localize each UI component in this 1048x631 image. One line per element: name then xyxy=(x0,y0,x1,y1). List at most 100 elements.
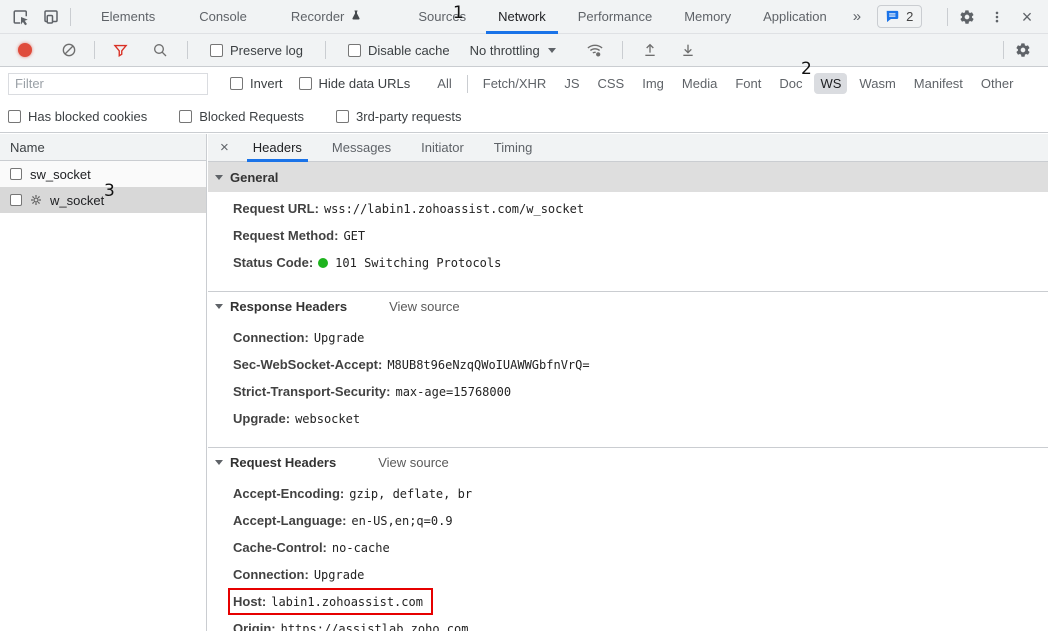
network-filter-bar: Invert Hide data URLs All Fetch/XHR JS C… xyxy=(0,67,1048,100)
type-filter-font[interactable]: Font xyxy=(729,73,767,94)
type-filter-media[interactable]: Media xyxy=(676,73,723,94)
tab-console[interactable]: Console xyxy=(183,0,263,34)
issues-bubble-icon xyxy=(886,10,900,23)
tab-messages[interactable]: Messages xyxy=(320,134,403,162)
view-source-link[interactable]: View source xyxy=(389,299,460,314)
header-key: Strict-Transport-Security: xyxy=(233,384,390,399)
tab-recorder[interactable]: Recorder xyxy=(275,0,378,34)
close-details-icon[interactable]: × xyxy=(208,139,241,156)
request-row-w-socket[interactable]: w_socket xyxy=(0,187,206,213)
close-glyph: × xyxy=(1022,8,1033,26)
record-button[interactable] xyxy=(18,43,32,57)
third-party-requests-checkbox[interactable]: 3rd-party requests xyxy=(336,109,462,124)
tab-network-label: Network xyxy=(498,9,546,24)
tab-timing[interactable]: Timing xyxy=(482,134,545,162)
header-item-status-code: Status Code:101 Switching Protocols xyxy=(208,249,1048,276)
type-filter-ws[interactable]: WS xyxy=(814,73,847,94)
type-filter-manifest[interactable]: Manifest xyxy=(908,73,969,94)
clear-icon[interactable] xyxy=(54,37,84,63)
settings-gear-icon[interactable] xyxy=(952,4,982,30)
disable-cache-checkbox-box[interactable] xyxy=(348,44,361,57)
collapse-triangle-icon xyxy=(215,460,223,465)
tab-console-label: Console xyxy=(199,9,247,24)
close-devtools-icon[interactable]: × xyxy=(1012,4,1042,30)
divider xyxy=(325,41,326,59)
filter-funnel-icon[interactable] xyxy=(105,37,135,63)
tab-sources-label: Sources xyxy=(418,9,466,24)
header-value: Upgrade xyxy=(314,568,365,582)
hide-data-urls-checkbox-box[interactable] xyxy=(299,77,312,90)
invert-checkbox-box[interactable] xyxy=(230,77,243,90)
kebab-menu-icon[interactable] xyxy=(982,4,1012,30)
type-filter-all[interactable]: All xyxy=(431,73,457,94)
inspect-element-icon[interactable] xyxy=(6,4,36,30)
preserve-log-checkbox[interactable]: Preserve log xyxy=(210,43,303,58)
requests-name-column-header[interactable]: Name xyxy=(0,134,206,161)
tab-initiator-label: Initiator xyxy=(421,140,464,155)
type-filter-js[interactable]: JS xyxy=(558,73,585,94)
section-response-headers[interactable]: Response Headers View source xyxy=(208,291,1048,321)
invert-checkbox[interactable]: Invert xyxy=(230,76,283,91)
header-item-accept-encoding: Accept-Encoding:gzip, deflate, br xyxy=(208,480,1048,507)
header-key: Accept-Language: xyxy=(233,513,346,528)
request-row-checkbox[interactable] xyxy=(10,194,22,206)
tab-network[interactable]: Network xyxy=(482,0,562,34)
third-party-requests-checkbox-box[interactable] xyxy=(336,110,349,123)
websocket-gear-icon xyxy=(30,194,42,206)
header-key: Cache-Control: xyxy=(233,540,327,555)
disable-cache-checkbox[interactable]: Disable cache xyxy=(348,43,450,58)
hide-data-urls-checkbox[interactable]: Hide data URLs xyxy=(299,76,411,91)
has-blocked-cookies-checkbox-box[interactable] xyxy=(8,110,21,123)
tab-initiator[interactable]: Initiator xyxy=(409,134,476,162)
tab-headers[interactable]: Headers xyxy=(241,134,314,162)
section-request-headers-title: Request Headers xyxy=(230,455,336,470)
tab-performance-label: Performance xyxy=(578,9,652,24)
type-filter-wasm[interactable]: Wasm xyxy=(853,73,901,94)
view-source-link[interactable]: View source xyxy=(378,455,449,470)
import-har-icon[interactable] xyxy=(635,37,665,63)
has-blocked-cookies-checkbox[interactable]: Has blocked cookies xyxy=(8,109,147,124)
header-value: no-cache xyxy=(332,541,390,555)
response-headers-items: Connection:Upgrade Sec-WebSocket-Accept:… xyxy=(208,321,1048,436)
request-row-sw-socket[interactable]: sw_socket xyxy=(0,161,206,187)
export-har-icon[interactable] xyxy=(673,37,703,63)
header-item-accept-language: Accept-Language:en-US,en;q=0.9 xyxy=(208,507,1048,534)
filter-input[interactable] xyxy=(8,73,208,95)
type-filter-doc[interactable]: Doc xyxy=(773,73,808,94)
tab-performance[interactable]: Performance xyxy=(562,0,668,34)
divider xyxy=(187,41,188,59)
device-toolbar-icon[interactable] xyxy=(36,4,66,30)
tab-application[interactable]: Application xyxy=(747,0,843,34)
tab-elements-label: Elements xyxy=(101,9,155,24)
search-icon[interactable] xyxy=(145,37,175,63)
section-general[interactable]: General xyxy=(208,162,1048,192)
section-request-headers[interactable]: Request Headers View source xyxy=(208,447,1048,477)
tab-sources[interactable]: Sources xyxy=(402,0,482,34)
blocked-requests-checkbox[interactable]: Blocked Requests xyxy=(179,109,304,124)
tab-memory[interactable]: Memory xyxy=(668,0,747,34)
request-row-checkbox[interactable] xyxy=(10,168,22,180)
type-filter-other[interactable]: Other xyxy=(975,73,1020,94)
third-party-requests-label: 3rd-party requests xyxy=(356,109,462,124)
status-green-dot-icon xyxy=(318,258,328,268)
general-items: Request URL:wss://labin1.zohoassist.com/… xyxy=(208,192,1048,280)
header-value: https://assistlab.zoho.com xyxy=(281,622,469,631)
invert-label: Invert xyxy=(250,76,283,91)
header-key: Sec-WebSocket-Accept: xyxy=(233,357,382,372)
network-conditions-icon[interactable] xyxy=(580,37,610,63)
type-filter-fetch-xhr[interactable]: Fetch/XHR xyxy=(477,73,553,94)
issues-badge[interactable]: 2 xyxy=(877,5,922,28)
blocked-requests-checkbox-box[interactable] xyxy=(179,110,192,123)
tab-elements[interactable]: Elements xyxy=(85,0,171,34)
throttling-dropdown[interactable]: No throttling xyxy=(470,43,556,58)
request-name: sw_socket xyxy=(30,167,91,182)
header-item-cache-control: Cache-Control: no-cache xyxy=(208,534,1048,561)
header-item-origin: Origin:https://assistlab.zoho.com xyxy=(208,615,1048,631)
header-item-request-method: Request Method:GET xyxy=(208,222,1048,249)
more-tabs-chevron-icon[interactable]: » xyxy=(843,8,871,25)
type-filter-img[interactable]: Img xyxy=(636,73,670,94)
network-settings-gear-icon[interactable] xyxy=(1008,37,1038,63)
preserve-log-checkbox-box[interactable] xyxy=(210,44,223,57)
type-filter-css[interactable]: CSS xyxy=(592,73,631,94)
divider xyxy=(94,41,95,59)
